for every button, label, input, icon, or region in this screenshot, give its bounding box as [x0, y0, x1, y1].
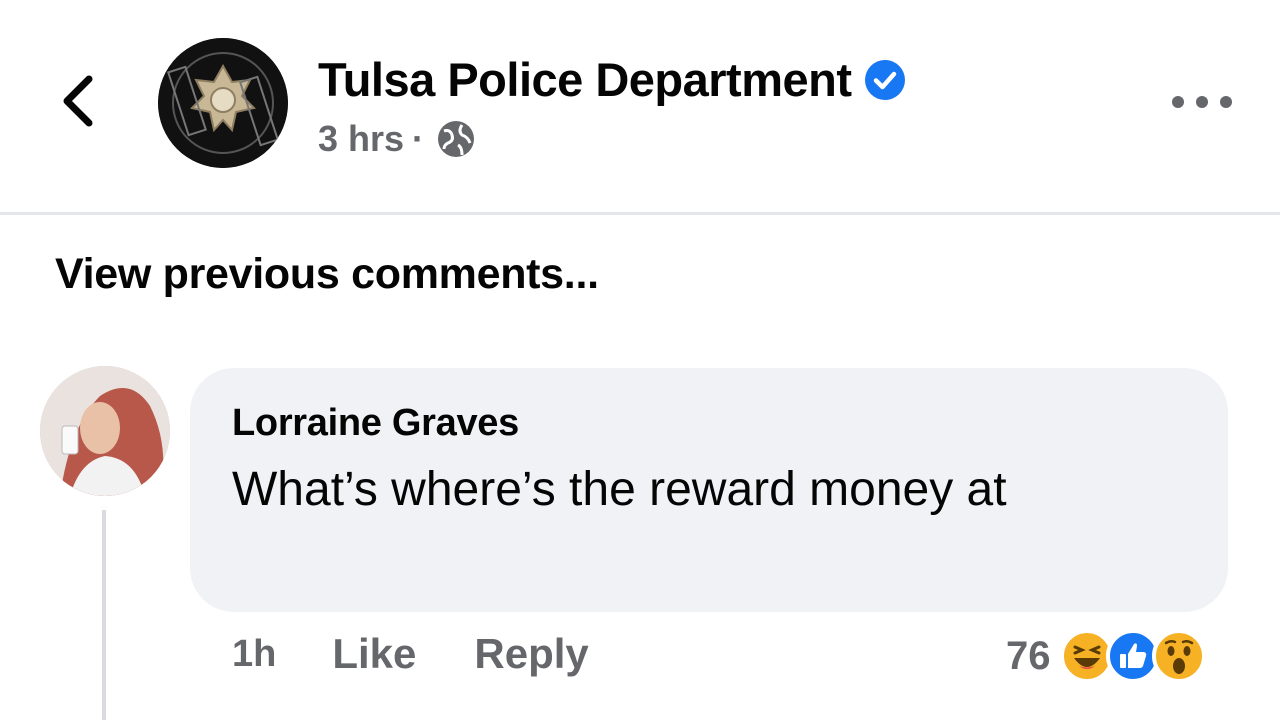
more-dot-icon	[1196, 96, 1208, 108]
comment-actions: 1h Like Reply	[232, 630, 589, 678]
comment-bubble: Lorraine Graves What’s where’s the rewar…	[190, 368, 1228, 612]
back-button[interactable]	[52, 66, 102, 136]
reaction-count: 76	[1006, 633, 1051, 678]
view-previous-comments-link[interactable]: View previous comments...	[55, 250, 599, 299]
page-name[interactable]: Tulsa Police Department	[318, 52, 852, 107]
more-dot-icon	[1220, 96, 1232, 108]
post-time[interactable]: 3 hrs	[318, 118, 404, 160]
comment-text: What’s where’s the reward money at	[232, 463, 1007, 516]
page-avatar[interactable]	[158, 38, 288, 168]
more-dot-icon	[1172, 96, 1184, 108]
meta-separator: ·	[412, 118, 425, 159]
like-button[interactable]: Like	[332, 630, 416, 678]
police-badge-logo	[158, 38, 288, 168]
wow-icon	[1151, 629, 1206, 683]
commenter-avatar[interactable]	[40, 366, 170, 496]
reply-thread-line	[102, 510, 106, 720]
globe-icon	[438, 121, 475, 157]
comment-time[interactable]: 1h	[232, 633, 276, 676]
verified-badge-icon	[864, 59, 905, 100]
profile-photo	[40, 366, 170, 496]
header-divider	[0, 212, 1280, 215]
chevron-left-icon	[63, 75, 93, 127]
reply-button[interactable]: Reply	[474, 630, 588, 678]
comment-author[interactable]: Lorraine Graves	[232, 402, 519, 445]
reactions-summary[interactable]: 76	[1006, 628, 1207, 684]
more-options-button[interactable]	[1172, 90, 1232, 114]
